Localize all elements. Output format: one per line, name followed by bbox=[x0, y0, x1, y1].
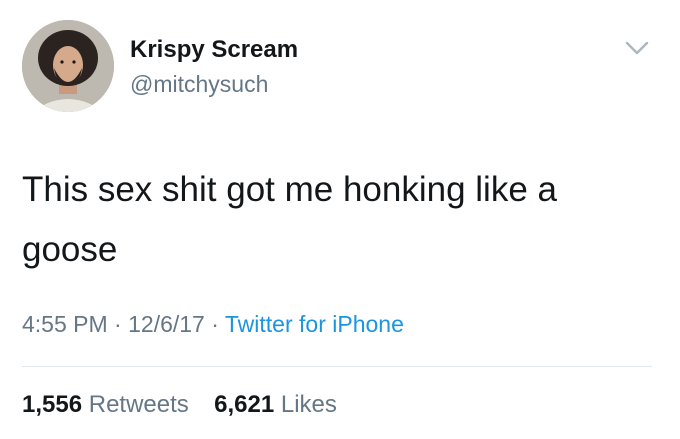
author-display-name[interactable]: Krispy Scream bbox=[130, 36, 298, 64]
separator-dot: · bbox=[211, 311, 225, 337]
likes-stat[interactable]: 6,621 Likes bbox=[214, 391, 337, 418]
tweet-metadata: 4:55 PM · 12/6/17 · Twitter for iPhone bbox=[22, 311, 404, 338]
tweet-card: Krispy Scream @mitchysuch This sex shit … bbox=[0, 0, 680, 439]
retweets-count: 1,556 bbox=[22, 391, 83, 418]
tweet-text: This sex shit got me honking like a goos… bbox=[22, 170, 557, 269]
retweets-label: Retweets bbox=[88, 391, 189, 418]
likes-count: 6,621 bbox=[214, 391, 275, 418]
divider bbox=[22, 366, 652, 367]
tweet-time[interactable]: 4:55 PM bbox=[22, 311, 108, 337]
avatar-photo bbox=[22, 20, 114, 112]
author-handle[interactable]: @mitchysuch bbox=[130, 71, 268, 98]
likes-label: Likes bbox=[280, 391, 337, 418]
separator-dot: · bbox=[114, 311, 129, 337]
avatar[interactable] bbox=[22, 20, 114, 112]
tweet-stats: 1,556 Retweets 6,621 Likes bbox=[22, 391, 337, 419]
tweet-date[interactable]: 12/6/17 bbox=[128, 311, 205, 337]
chevron-down-icon[interactable] bbox=[624, 38, 650, 58]
retweets-stat[interactable]: 1,556 Retweets bbox=[22, 391, 195, 418]
tweet-source-link[interactable]: Twitter for iPhone bbox=[225, 311, 404, 337]
